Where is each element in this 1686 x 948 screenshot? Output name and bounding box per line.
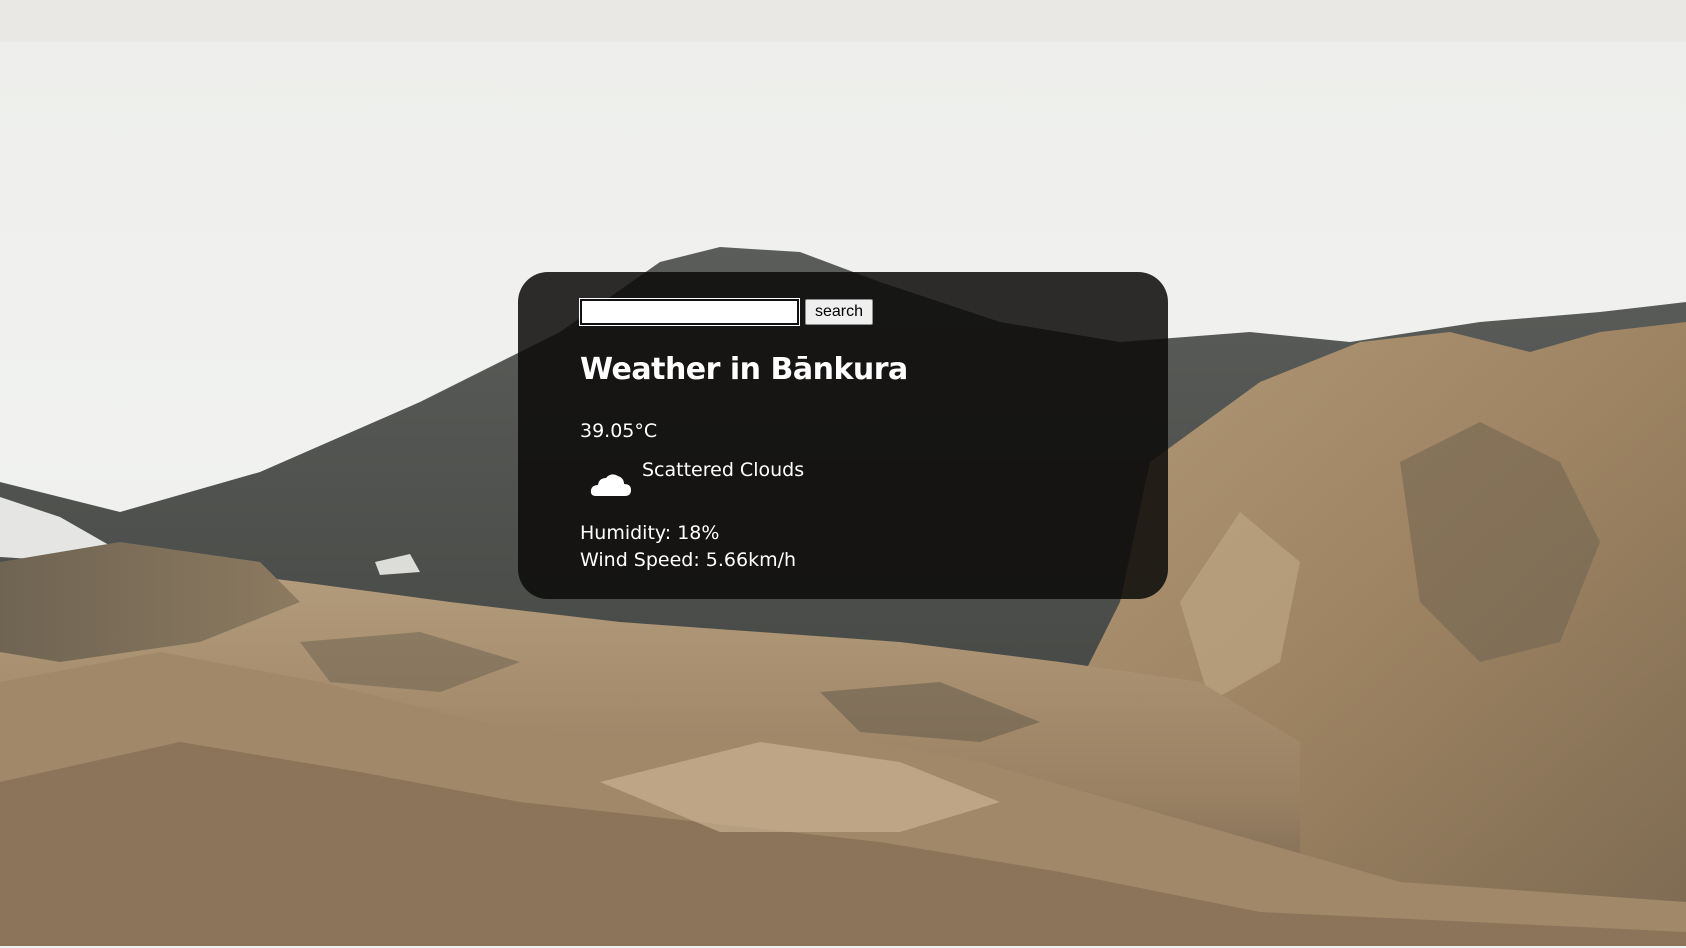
search-button[interactable]: search: [805, 299, 873, 325]
city-title: Weather in Bānkura: [580, 352, 908, 387]
search-bar: search: [579, 298, 873, 326]
wind-speed: Wind Speed: 5.66km/h: [580, 549, 797, 571]
cloud-icon: [590, 474, 631, 496]
weather-condition: Scattered Clouds: [642, 459, 805, 481]
search-input[interactable]: [579, 298, 800, 326]
weather-card: search Weather in Bānkura 39.05°C Scatte…: [518, 272, 1168, 599]
temperature: 39.05°C: [580, 420, 658, 442]
top-bar: [0, 0, 1686, 42]
humidity: Humidity: 18%: [580, 522, 720, 544]
